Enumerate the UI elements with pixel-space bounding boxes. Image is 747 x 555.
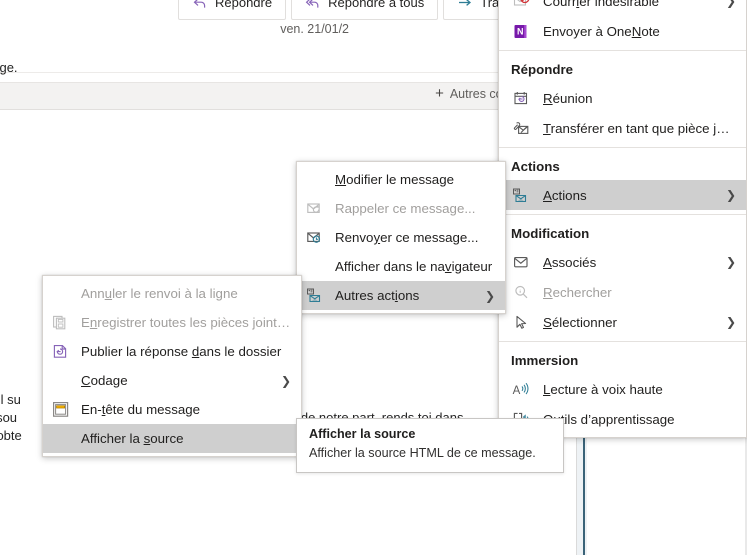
reply-icon <box>192 0 208 11</box>
menu-item-annuler-le-renvoi-a-la-ligne: Annuler le renvoi à la ligne <box>43 279 301 308</box>
menu-item-label: Codage <box>81 373 271 388</box>
menu-item-label: Actions <box>543 188 716 203</box>
menu-item-label: Envoyer à OneNote <box>543 24 736 39</box>
reply-all-icon <box>305 0 321 11</box>
menu-group-modification: Modification <box>499 219 746 247</box>
menu-item-enregistrer-toutes-les-pieces-jointes: Enregistrer toutes les pièces jointes... <box>43 308 301 337</box>
menu-item-renvoyer-ce-message[interactable]: Renvoyer ce message... <box>297 223 505 252</box>
meeting-icon <box>511 89 531 107</box>
menu-separator <box>499 50 746 51</box>
menu-item-modifier-le-message[interactable]: Modifier le message <box>297 165 505 194</box>
menu-group-repondre: Répondre <box>499 55 746 83</box>
menu-item-publier-la-reponse-dans-le-dossier[interactable]: Publier la réponse dans le dossier <box>43 337 301 366</box>
menu-item-label: Courrier indésirable <box>543 0 716 9</box>
menu-item-afficher-dans-le-navigateur[interactable]: Afficher dans le navigateur <box>297 252 505 281</box>
no-icon <box>51 430 71 448</box>
post-reply-icon <box>51 343 71 361</box>
menu-group-immersion: Immersion <box>499 346 746 374</box>
no-icon <box>305 258 325 276</box>
reply-button[interactable]: Répondre <box>178 0 286 20</box>
chevron-right-icon: ❯ <box>726 0 736 7</box>
no-icon <box>305 171 325 189</box>
menu-item-label: Rappeler ce message... <box>335 201 495 216</box>
menu-item-lecture-a-voix-haute[interactable]: A Lecture à voix haute <box>499 374 746 404</box>
body-fragment-line3: et obte <box>0 428 22 443</box>
menu-item-label: En-tête du message <box>81 402 291 417</box>
context-submenu-left[interactable]: Annuler le renvoi à la ligne Enregistrer … <box>42 275 302 457</box>
svg-text:N: N <box>517 26 524 36</box>
tooltip: Afficher la source Afficher la source HT… <box>296 418 564 473</box>
attach-forward-icon <box>511 119 531 137</box>
related-icon <box>511 253 531 271</box>
menu-item-autres-actions[interactable]: Autres actions ❯ <box>297 281 505 310</box>
menu-item-label: Modifier le message <box>335 172 495 187</box>
menu-item-label: Autres actions <box>335 288 475 303</box>
menu-item-label: Lecture à voix haute <box>543 382 736 397</box>
actions-icon <box>305 287 325 305</box>
forward-icon <box>457 0 473 11</box>
menu-separator <box>499 147 746 148</box>
menu-item-label: Outils d’apprentissage <box>543 412 736 427</box>
menu-item-reunion[interactable]: Réunion <box>499 83 746 113</box>
menu-item-associes[interactable]: Associés ❯ <box>499 247 746 277</box>
actions-icon <box>511 186 531 204</box>
menu-item-afficher-la-source[interactable]: Afficher la source <box>43 424 301 453</box>
context-menu-right[interactable]: Courrier indésirable ❯ N Envoyer à OneNote R… <box>498 0 747 438</box>
chevron-right-icon: ❯ <box>485 290 495 302</box>
menu-item-selectionner[interactable]: Sélectionner ❯ <box>499 307 746 337</box>
chevron-right-icon: ❯ <box>281 375 291 387</box>
menu-item-label: Transférer en tant que pièce jointe <box>543 121 736 136</box>
chevron-right-icon: ❯ <box>726 189 736 201</box>
menu-item-envoyer-a-onenote[interactable]: N Envoyer à OneNote <box>499 16 746 46</box>
menu-separator <box>499 214 746 215</box>
menu-item-label: Associés <box>543 255 716 270</box>
menu-item-label: Afficher la source <box>81 431 291 446</box>
read-aloud-icon: A <box>511 380 531 398</box>
no-icon <box>51 372 71 390</box>
menu-item-rappeler-ce-message: Rappeler ce message... <box>297 194 505 223</box>
menu-item-actions[interactable]: Actions ❯ <box>499 180 746 210</box>
recall-icon <box>305 200 325 218</box>
cursor-icon <box>511 313 531 331</box>
menu-item-label: Sélectionner <box>543 315 716 330</box>
plus-icon: + <box>435 86 444 101</box>
menu-item-label: Annuler le renvoi à la ligne <box>81 286 291 301</box>
menu-item-rechercher: Rechercher <box>499 277 746 307</box>
chevron-right-icon: ❯ <box>726 256 736 268</box>
body-fragment-msg: essage. <box>0 60 18 75</box>
menu-item-label: Renvoyer ce message... <box>335 230 495 245</box>
svg-text:A: A <box>513 385 521 397</box>
menu-item-label: Publier la réponse dans le dossier <box>81 344 291 359</box>
message-header-icon <box>51 401 71 419</box>
tooltip-body: Afficher la source HTML de ce message. <box>309 446 551 460</box>
onenote-icon: N <box>511 22 531 40</box>
menu-item-codage[interactable]: Codage ❯ <box>43 366 301 395</box>
menu-item-label: Enregistrer toutes les pièces jointes... <box>81 315 291 330</box>
reply-button-label: Répondre <box>215 0 272 10</box>
menu-item-courrier-indesirable[interactable]: Courrier indésirable ❯ <box>499 0 746 16</box>
reply-all-button[interactable]: Répondre à tous <box>291 0 438 20</box>
save-attachments-icon <box>51 314 71 332</box>
menu-item-label: Rechercher <box>543 285 736 300</box>
menu-separator <box>499 341 746 342</box>
chevron-right-icon: ❯ <box>726 316 736 328</box>
menu-item-transferer-en-tant-que-piece-jointe[interactable]: Transférer en tant que pièce jointe <box>499 113 746 143</box>
search-icon <box>511 283 531 301</box>
body-fragment-line2: ne sou <box>0 410 17 425</box>
menu-item-en-tete-du-message[interactable]: En-tête du message <box>43 395 301 424</box>
tooltip-title: Afficher la source <box>309 427 551 441</box>
body-fragment-line1: 'email su <box>0 392 21 407</box>
menu-item-label: Afficher dans le navigateur <box>335 259 495 274</box>
menu-item-label: Réunion <box>543 91 736 106</box>
junk-icon <box>511 0 531 10</box>
context-submenu-middle[interactable]: Modifier le message Rappeler ce message..… <box>296 161 506 314</box>
menu-group-actions: Actions <box>499 152 746 180</box>
message-date: ven. 21/01/2 <box>280 22 349 36</box>
reply-all-button-label: Répondre à tous <box>328 0 424 10</box>
resend-icon <box>305 229 325 247</box>
no-icon <box>51 285 71 303</box>
